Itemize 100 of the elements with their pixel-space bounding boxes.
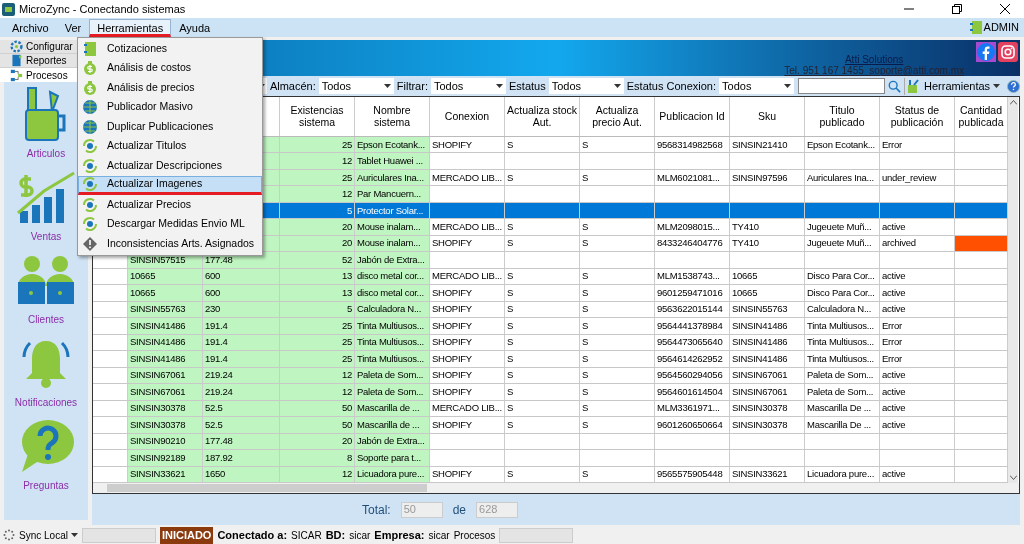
- table-row[interactable]: 10665 600 13 disco metal cor... SHOPIFY S S 9601259471016 10665 Disco Para Cor... active: [93, 285, 1008, 302]
- caret-icon: [496, 84, 503, 88]
- table-cell: S: [505, 400, 580, 417]
- module-button[interactable]: Preguntas: [16, 418, 76, 499]
- menu-item[interactable]: Archivo: [4, 18, 57, 37]
- table-cell: active: [880, 268, 955, 285]
- menu-item[interactable]: Herramientas: [89, 18, 172, 37]
- table-cell: SINSIN97596: [730, 169, 805, 186]
- tools-button[interactable]: Herramientas: [904, 77, 1003, 95]
- table-cell: Jugeuete Muñ...: [805, 235, 880, 252]
- book-icon: [10, 54, 23, 67]
- table-cell: Mascarilla de ...: [355, 417, 430, 433]
- column-header[interactable]: Publicacion Id: [655, 97, 730, 136]
- table-cell: S: [580, 169, 655, 186]
- money-bag-icon: [82, 60, 98, 77]
- filter-combo[interactable]: Todos: [318, 78, 394, 94]
- module-button[interactable]: Clientes: [16, 252, 76, 333]
- table-cell: 10665: [730, 268, 805, 285]
- status-value: SICAR: [291, 528, 322, 543]
- table-cell: 12: [280, 186, 355, 202]
- table-row[interactable]: SINSIN30378 52.5 50 Mascarilla de ... SHOPIFY S S 9601260650664 SINSIN30378 Mascarilla De ... active: [93, 417, 1008, 434]
- table-cell: MLM3361971...: [655, 400, 730, 417]
- table-cell: Mascarilla De ...: [805, 417, 880, 433]
- table-cell: S: [505, 219, 580, 235]
- caret-icon: [784, 84, 792, 88]
- menu-item[interactable]: Ayuda: [171, 18, 219, 37]
- table-row[interactable]: SINSIN90210 177.48 20 Jabón de Extra...: [93, 433, 1008, 451]
- help-icon[interactable]: [1007, 78, 1020, 94]
- table-cell: S: [505, 136, 580, 153]
- table-cell: 25: [280, 351, 355, 367]
- table-cell: S: [580, 318, 655, 334]
- column-header[interactable]: Actualiza precio Aut.: [580, 97, 655, 136]
- instagram-icon[interactable]: [998, 42, 1018, 62]
- column-header[interactable]: Sku: [730, 97, 805, 136]
- table-cell: SHOPIFY: [430, 417, 505, 433]
- column-header[interactable]: Nombre sistema: [355, 97, 430, 136]
- column-header[interactable]: Titulo publicado: [805, 97, 880, 136]
- module-button[interactable]: Articulos: [16, 86, 76, 167]
- module-button[interactable]: Ventas: [16, 169, 76, 250]
- table-cell: TY410: [730, 219, 805, 235]
- table-cell: SINSIN33621: [730, 466, 805, 483]
- total-label: Total:: [362, 501, 391, 519]
- user-name: ADMIN: [983, 20, 1019, 36]
- dropdown-item[interactable]: Duplicar Publicaciones: [78, 117, 262, 137]
- table-row[interactable]: SINSIN92189 187.92 8 Soporte para t...: [93, 450, 1008, 467]
- table-row[interactable]: SINSIN67061 219.24 12 Paleta de Som... SHOPIFY S S 9564560294056 SINSIN67061 Paleta de Som... active: [93, 367, 1008, 385]
- table-row[interactable]: SINSIN41486 191.4 25 Tinta Multiusos... SHOPIFY S S 9564441378984 SINSIN41486 Tinta Multiusos... Error: [93, 318, 1008, 335]
- menu-item[interactable]: Ver: [56, 18, 90, 37]
- table-cell: S: [505, 318, 580, 334]
- table-cell: Error: [880, 136, 955, 153]
- window-title: MicroZync - Conectando sistemas: [19, 1, 186, 17]
- table-cell: S: [505, 384, 580, 400]
- flow-icon: [10, 68, 23, 82]
- table-cell: Tinta Multiusos...: [805, 318, 880, 334]
- table-row[interactable]: SINSIN41486 191.4 25 Tinta Multiusos... SHOPIFY S S 9564614262952 SINSIN41486 Tinta Multiusos... Error: [93, 351, 1008, 368]
- table-cell: active: [880, 466, 955, 483]
- dollar-growth-chart-icon: [16, 169, 76, 225]
- table-cell: 9568314982568: [655, 136, 730, 153]
- table-cell: Error: [880, 351, 955, 367]
- facebook-icon[interactable]: [976, 42, 996, 62]
- dropdown-item[interactable]: Actualizar Imagenes: [78, 175, 262, 195]
- table-row[interactable]: SINSIN67061 219.24 12 Paleta de Som... SHOPIFY S S 9564601614504 SINSIN67061 Paleta de Som... active: [93, 384, 1008, 401]
- search-field[interactable]: [798, 78, 886, 94]
- horizontal-scrollbar[interactable]: [93, 483, 1019, 493]
- filter-combo[interactable]: Todos: [430, 78, 506, 94]
- table-row[interactable]: 10665 600 13 disco metal cor... MERCADO LIB... S S MLM1538743... 10665 Disco Para Cor... active: [93, 268, 1008, 286]
- table-cell: Mouse inalam...: [355, 219, 430, 235]
- table-row[interactable]: SINSIN30378 52.5 50 Mascarilla de ... MERCADO LIB... S S MLM3361971... SINSIN30378 Mascarilla De ... active: [93, 400, 1008, 418]
- table-cell: Soporte para t...: [355, 450, 430, 466]
- table-cell: MERCADO LIB...: [430, 219, 505, 235]
- scroll-down-icon[interactable]: [1009, 475, 1017, 480]
- column-header[interactable]: Conexion: [430, 97, 505, 136]
- table-cell: 9564560294056: [655, 367, 730, 384]
- scroll-up-icon[interactable]: [1009, 100, 1017, 105]
- column-header[interactable]: Status de publicación: [880, 97, 955, 136]
- dropdown-item[interactable]: Publicador Masivo: [78, 97, 262, 117]
- sync-dropdown[interactable]: Sync Local: [19, 527, 78, 543]
- search-icon[interactable]: [888, 78, 902, 94]
- table-row[interactable]: SINSIN55763 230 5 Calculadora N... SHOPIFY S S 9563622015144 SINSIN55763 Calculadora N... active: [93, 301, 1008, 319]
- table-cell: SINSIN41486: [730, 318, 805, 334]
- filter-combo[interactable]: Todos: [548, 78, 624, 94]
- restore-icon[interactable]: [952, 4, 962, 14]
- close-icon[interactable]: [1000, 4, 1010, 14]
- table-cell: 9565575905448: [655, 466, 730, 483]
- column-header[interactable]: Actualiza stock Aut.: [505, 97, 580, 136]
- module-button[interactable]: Notificaciones: [14, 335, 78, 416]
- table-cell: S: [505, 285, 580, 301]
- table-cell: S: [505, 367, 580, 384]
- table-cell: Paleta de Som...: [805, 367, 880, 384]
- table-cell: S: [580, 351, 655, 367]
- table-row[interactable]: SINSIN41486 191.4 25 Tinta Multiusos... SHOPIFY S S 9564473065640 SINSIN41486 Tinta Multiusos... Error: [93, 334, 1008, 352]
- table-cell: MERCADO LIB...: [430, 268, 505, 285]
- vertical-scrollbar[interactable]: [1008, 97, 1018, 483]
- table-cell: SHOPIFY: [430, 466, 505, 483]
- table-cell: 52.5: [203, 417, 280, 433]
- section-name: Procesos: [453, 528, 496, 543]
- column-header[interactable]: Existencias sistema: [280, 97, 355, 136]
- status-value: sicar: [349, 528, 371, 543]
- filter-combo[interactable]: Todos: [719, 78, 795, 94]
- refresh-gear-icon: [82, 176, 98, 193]
